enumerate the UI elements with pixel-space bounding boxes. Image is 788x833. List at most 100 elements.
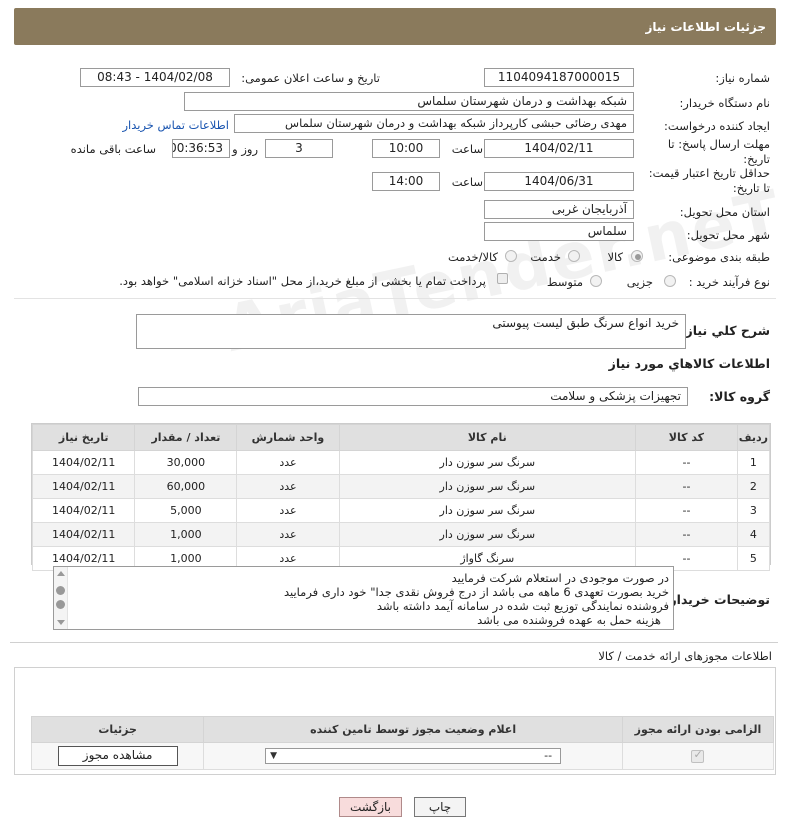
view-license-button[interactable]: مشاهده مجوز <box>57 746 178 766</box>
reply-time-field: 10:00 <box>372 139 440 158</box>
scroll-thumb-secondary[interactable] <box>56 600 65 609</box>
announce-label: تاریخ و ساعت اعلان عمومی: <box>241 71 380 85</box>
col-code: کد کالا <box>635 424 738 451</box>
cell-item-code: -- <box>635 474 738 499</box>
buyer-notes-label: توضیحات خریدار: <box>664 592 770 607</box>
buyer-note-line: در صورت موجودی در استعلام شرکت فرمایید <box>451 571 669 585</box>
col-license-details: جزئیات <box>30 716 205 743</box>
category-option-both: کالا/خدمت <box>447 250 498 264</box>
reply-deadline-label: مهلت ارسال پاسخ: تا تاریخ: <box>667 137 770 166</box>
province-field: آذربایجان غربی <box>484 200 634 219</box>
city-label: شهر محل تحویل: <box>686 228 770 242</box>
need-number-field: 1104094187000015 <box>484 68 634 87</box>
page-title: جزئیات اطلاعات نیاز <box>645 20 766 34</box>
col-date: تاریخ نیاز <box>31 424 136 451</box>
buyer-note-line: هزینه حمل به عهده فروشنده می باشد <box>477 613 661 627</box>
chevron-down-icon[interactable]: ▼ <box>270 749 277 763</box>
category-radio-both[interactable] <box>505 250 517 262</box>
divider <box>10 642 778 643</box>
col-row: ردیف <box>736 424 771 451</box>
cell-row-number: 5 <box>736 546 771 571</box>
validity-date-field: 1404/06/31 <box>484 172 634 191</box>
goods-group-label: گروه کالا: <box>709 389 770 404</box>
buyer-note-line: خرید بصورت تعهدی 6 ماهه می باشد از درج ف… <box>283 585 669 599</box>
cell-unit: عدد <box>236 522 340 547</box>
description-field: خرید انواع سرنگ طبق لیست پیوستی <box>136 314 686 349</box>
cell-quantity: 1,000 <box>134 522 238 547</box>
col-unit: واحد شمارش <box>236 424 340 451</box>
goods-table: ردیف کد کالا نام کالا واحد شمارش تعداد /… <box>31 424 771 571</box>
col-qty: تعداد / مقدار <box>134 424 238 451</box>
license-status-value: -- <box>544 749 553 762</box>
announce-field: 1404/02/08 - 08:43 <box>80 68 230 87</box>
cell-need-date: 1404/02/11 <box>31 450 136 475</box>
license-required-checkbox: ✓ <box>691 748 705 763</box>
table-row: 1 -- سرنگ سر سوزن دار عدد 30,000 1404/02/11 <box>31 450 771 475</box>
cell-unit: عدد <box>236 498 340 523</box>
table-row: 3 -- سرنگ سر سوزن دار عدد 5,000 1404/02/11 <box>31 498 771 523</box>
back-button[interactable]: بازگشت <box>339 797 402 817</box>
cell-row-number: 2 <box>736 474 771 499</box>
check-icon: ✓ <box>693 748 703 761</box>
category-radio-service[interactable] <box>568 250 580 262</box>
reply-time-label: ساعت <box>451 142 483 156</box>
cell-item-name: سرنگ سر سوزن دار <box>338 522 637 547</box>
validity-time-label: ساعت <box>451 175 483 189</box>
cell-need-date: 1404/02/11 <box>31 522 136 547</box>
license-row: ✓ -- ▼ مشاهده مجوز <box>30 742 775 770</box>
category-option-goods: کالا <box>607 250 623 264</box>
cell-item-code: -- <box>635 522 738 547</box>
col-license-required: الزامی بودن ارائه مجوز <box>621 716 775 743</box>
validity-label: حداقل تاریخ اعتبار قیمت: تا تاریخ: <box>648 166 770 195</box>
days-label: روز و <box>232 142 258 156</box>
licenses-section-title: اطلاعات مجوزهای ارائه خدمت / کالا <box>598 649 772 663</box>
cell-quantity: 30,000 <box>134 450 238 475</box>
process-radio-medium[interactable] <box>590 275 602 287</box>
validity-time-field: 14:00 <box>372 172 440 191</box>
table-row: 2 -- سرنگ سر سوزن دار عدد 60,000 1404/02/11 <box>31 474 771 499</box>
cell-item-code: -- <box>635 498 738 523</box>
cell-item-name: سرنگ سر سوزن دار <box>338 474 637 499</box>
cell-quantity: 60,000 <box>134 474 238 499</box>
cell-row-number: 3 <box>736 498 771 523</box>
process-label: نوع فرآیند خرید : <box>688 275 770 289</box>
days-field: 3 <box>265 139 333 158</box>
license-status-select[interactable]: -- ▼ <box>265 748 562 764</box>
category-label: طبقه بندی موضوعی: <box>668 250 770 264</box>
col-license-status: اعلام وضعیت مجوز توسط تامین کننده <box>203 716 623 743</box>
cell-item-code: -- <box>635 450 738 475</box>
licenses-table: الزامی بودن ارائه مجوز اعلام وضعیت مجوز … <box>30 716 775 770</box>
license-status-cell: -- ▼ <box>203 742 623 770</box>
city-field: سلماس <box>484 222 634 241</box>
col-name: نام کالا <box>338 424 637 451</box>
category-radio-goods[interactable] <box>631 250 643 262</box>
cell-unit: عدد <box>236 450 340 475</box>
license-required-cell: ✓ <box>621 742 775 770</box>
cell-item-name: سرنگ سر سوزن دار <box>338 450 637 475</box>
process-radio-minor[interactable] <box>664 275 676 287</box>
cell-quantity: 5,000 <box>134 498 238 523</box>
remaining-time-field: 00:36:53 <box>172 139 230 158</box>
notes-scrollbar[interactable] <box>54 567 68 629</box>
cell-row-number: 4 <box>736 522 771 547</box>
license-details-cell: مشاهده مجوز <box>30 742 205 770</box>
buyer-org-field: شبکه بهداشت و درمان شهرستان سلماس <box>184 92 634 111</box>
scroll-up-icon[interactable] <box>57 571 65 576</box>
goods-section-title: اطلاعات کالاهاي مورد نياز <box>608 356 770 371</box>
scroll-thumb[interactable] <box>56 586 65 595</box>
treasury-payment-note: پرداخت تمام یا بخشی از مبلغ خرید،از محل … <box>119 274 486 288</box>
province-label: استان محل تحویل: <box>679 205 770 219</box>
creator-field: مهدی رضائی حبشی کارپرداز شبکه بهداشت و د… <box>234 114 634 133</box>
table-row: 4 -- سرنگ سر سوزن دار عدد 1,000 1404/02/11 <box>31 522 771 547</box>
divider <box>14 298 776 299</box>
creator-label: ایجاد کننده درخواست: <box>664 119 770 133</box>
category-option-service: خدمت <box>530 250 561 264</box>
scroll-down-icon[interactable] <box>57 620 65 625</box>
contact-info-link[interactable]: اطلاعات تماس خریدار <box>122 118 229 132</box>
buyer-notes-box[interactable]: در صورت موجودی در استعلام شرکت فرمایید خ… <box>53 566 674 630</box>
treasury-payment-checkbox[interactable] <box>497 273 508 284</box>
print-button[interactable]: چاپ <box>414 797 466 817</box>
cell-item-name: سرنگ سر سوزن دار <box>338 498 637 523</box>
buyer-note-line: فروشنده نمایندگی توزیع ثبت شده در سامانه… <box>376 599 669 613</box>
cell-need-date: 1404/02/11 <box>31 498 136 523</box>
